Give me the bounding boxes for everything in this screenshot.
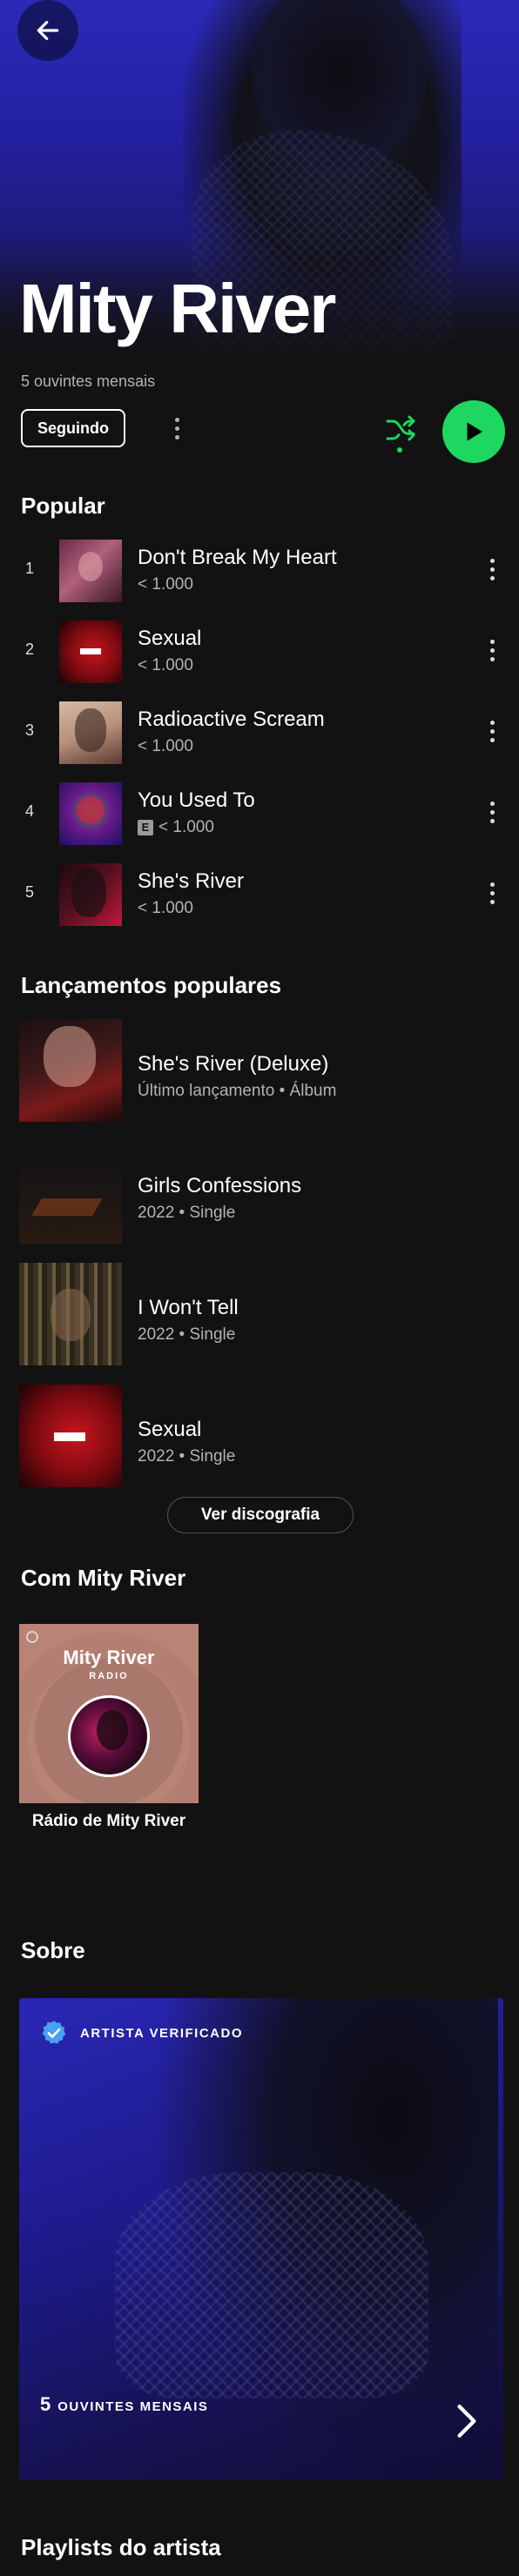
release-cover [19,1263,122,1365]
releases-title: Lançamentos populares [21,972,282,998]
track-title: Radioactive Scream [138,708,325,731]
track-plays: < 1.000 [138,656,193,674]
artist-name: Mity River [19,270,336,347]
release-meta: 2022 • Single [138,1447,236,1466]
popular-title: Popular [21,493,105,519]
track-more-icon[interactable] [488,635,496,665]
release-title: Sexual [138,1418,202,1441]
track-number: 1 [24,560,34,577]
track-number: 2 [24,641,34,658]
play-icon [467,422,482,441]
release-title: She's River (Deluxe) [138,1052,329,1076]
featuring-title: Com Mity River [21,1565,186,1591]
release-meta: 2022 • Single [138,1325,236,1344]
listeners-label: OUVINTES MENSAIS [57,2399,209,2414]
verified-label: ARTISTA VERIFICADO [80,2025,243,2041]
shuffle-button[interactable] [380,409,421,451]
playlists-title: Playlists do artista [21,2534,221,2560]
about-title: Sobre [21,1937,85,1963]
follow-button[interactable]: Seguindo [21,409,125,447]
track-row[interactable]: 4 You Used To E < 1.000 [0,778,519,848]
discography-button[interactable]: Ver discografia [167,1497,354,1533]
radio-card-artist: Mity River [63,1647,155,1668]
track-row[interactable]: 5 She's River < 1.000 [0,859,519,929]
release-cover [19,1385,122,1487]
track-title: Don't Break My Heart [138,546,337,569]
about-card[interactable]: ARTISTA VERIFICADO 5 OUVINTES MENSAIS [19,1998,503,2480]
release-cover [19,1019,122,1122]
listeners-count: 5 [40,2393,51,2415]
track-cover [59,701,122,764]
track-row[interactable]: 1 Don't Break My Heart < 1.000 [0,535,519,605]
release-item[interactable]: I Won't Tell 2022 • Single [0,1263,519,1365]
shuffle-icon [386,415,415,441]
play-button[interactable] [442,400,505,463]
chevron-right-icon[interactable] [455,2404,479,2438]
verified-artist: ARTISTA VERIFICADO [40,2019,243,2047]
release-meta: 2022 • Single [138,1204,236,1222]
track-row[interactable]: 2 Sexual < 1.000 [0,616,519,686]
track-number: 5 [24,883,34,901]
track-plays: < 1.000 [138,575,193,594]
track-title: Sexual [138,627,202,650]
track-more-icon[interactable] [488,554,496,584]
track-row[interactable]: 3 Radioactive Scream < 1.000 [0,697,519,767]
track-cover [59,540,122,602]
track-cover [59,782,122,845]
release-meta: Último lançamento • Álbum [138,1082,337,1100]
explicit-badge: E [138,820,153,835]
track-more-icon[interactable] [488,878,496,908]
spotify-logo-icon [26,1631,38,1643]
track-more-icon[interactable] [488,797,496,827]
shuffle-active-indicator [397,447,402,453]
verified-badge-icon [42,2021,66,2044]
radio-caption[interactable]: Rádio de Mity River [19,1812,199,1831]
release-item[interactable]: Sexual 2022 • Single [0,1385,519,1487]
monthly-listeners: 5 ouvintes mensais [21,372,156,390]
track-cover [59,621,122,683]
track-more-icon[interactable] [488,716,496,746]
release-item[interactable]: Girls Confessions 2022 • Single [0,1141,519,1244]
artist-avatar [68,1695,150,1777]
release-cover [19,1141,122,1244]
release-item[interactable]: She's River (Deluxe) Último lançamento •… [0,1019,519,1122]
track-number: 3 [24,721,34,739]
track-title: You Used To [138,788,255,812]
release-title: I Won't Tell [138,1296,239,1319]
more-options-icon[interactable] [165,413,188,444]
track-plays: E < 1.000 [138,818,214,837]
back-button[interactable] [17,0,78,61]
track-plays: < 1.000 [138,899,193,917]
track-number: 4 [24,802,34,820]
track-plays: < 1.000 [138,737,193,755]
track-cover [59,863,122,926]
artist-radio-card[interactable]: Mity River RADIO [19,1624,199,1803]
radio-card-label: RADIO [89,1671,129,1681]
arrow-left-icon [37,21,59,40]
track-title: She's River [138,869,244,893]
about-listeners: 5 OUVINTES MENSAIS [40,2393,208,2416]
release-title: Girls Confessions [138,1174,302,1197]
